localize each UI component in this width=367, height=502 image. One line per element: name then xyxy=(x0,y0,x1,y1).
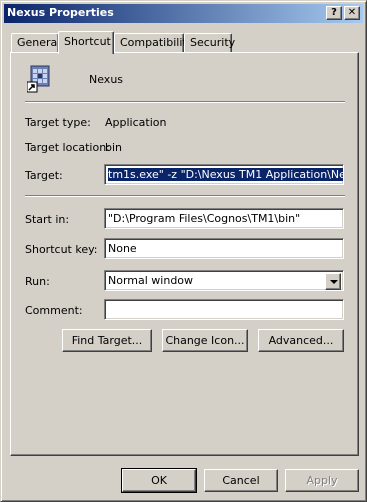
shortcut-key-field[interactable]: None xyxy=(104,238,344,259)
run-label: Run: xyxy=(25,275,50,288)
application-window-icon xyxy=(26,65,53,93)
help-button[interactable]: ? xyxy=(326,6,342,20)
shortcut-panel: Nexus Target type: Application Target lo… xyxy=(10,52,359,456)
start-in-label: Start in: xyxy=(25,213,70,226)
title-bar[interactable]: Nexus Properties ? ✕ xyxy=(4,4,363,23)
find-target-button[interactable]: Find Target... xyxy=(62,329,152,352)
target-value: tm1s.exe" -z "D:\Nexus TM1 Application\N… xyxy=(108,168,343,181)
tab-compatibility[interactable]: Compatibility xyxy=(114,33,193,52)
shortcut-arrow-icon xyxy=(26,81,38,93)
tab-general[interactable]: General xyxy=(11,33,60,52)
comment-label: Comment: xyxy=(25,304,83,317)
comment-field[interactable] xyxy=(104,299,344,320)
properties-window: Nexus Properties ? ✕ General Shortcut Co… xyxy=(0,0,367,502)
run-select[interactable]: Normal window xyxy=(104,270,344,291)
ok-button[interactable]: OK xyxy=(121,468,197,493)
target-location-value: bin xyxy=(105,141,123,154)
target-field[interactable]: tm1s.exe" -z "D:\Nexus TM1 Application\N… xyxy=(104,164,344,185)
target-label: Target: xyxy=(25,169,63,182)
apply-button[interactable]: Apply xyxy=(285,469,359,492)
close-button[interactable]: ✕ xyxy=(344,6,360,20)
target-location-label: Target location: xyxy=(25,141,110,154)
tab-shortcut[interactable]: Shortcut xyxy=(58,31,114,54)
cancel-button[interactable]: Cancel xyxy=(204,469,278,492)
change-icon-button[interactable]: Change Icon... xyxy=(162,329,248,352)
divider xyxy=(25,101,345,103)
target-type-label: Target type: xyxy=(25,116,91,129)
run-selected-value: Normal window xyxy=(108,274,194,287)
chevron-down-icon[interactable] xyxy=(325,273,341,290)
shortcut-key-label: Shortcut key: xyxy=(25,243,98,256)
window-title: Nexus Properties xyxy=(7,6,114,19)
advanced-button[interactable]: Advanced... xyxy=(258,329,344,352)
start-in-field[interactable]: "D:\Program Files\Cognos\TM1\bin" xyxy=(104,208,344,229)
app-name: Nexus xyxy=(89,73,124,86)
target-type-value: Application xyxy=(105,116,167,129)
divider xyxy=(25,195,345,197)
tab-security[interactable]: Security xyxy=(184,33,235,52)
